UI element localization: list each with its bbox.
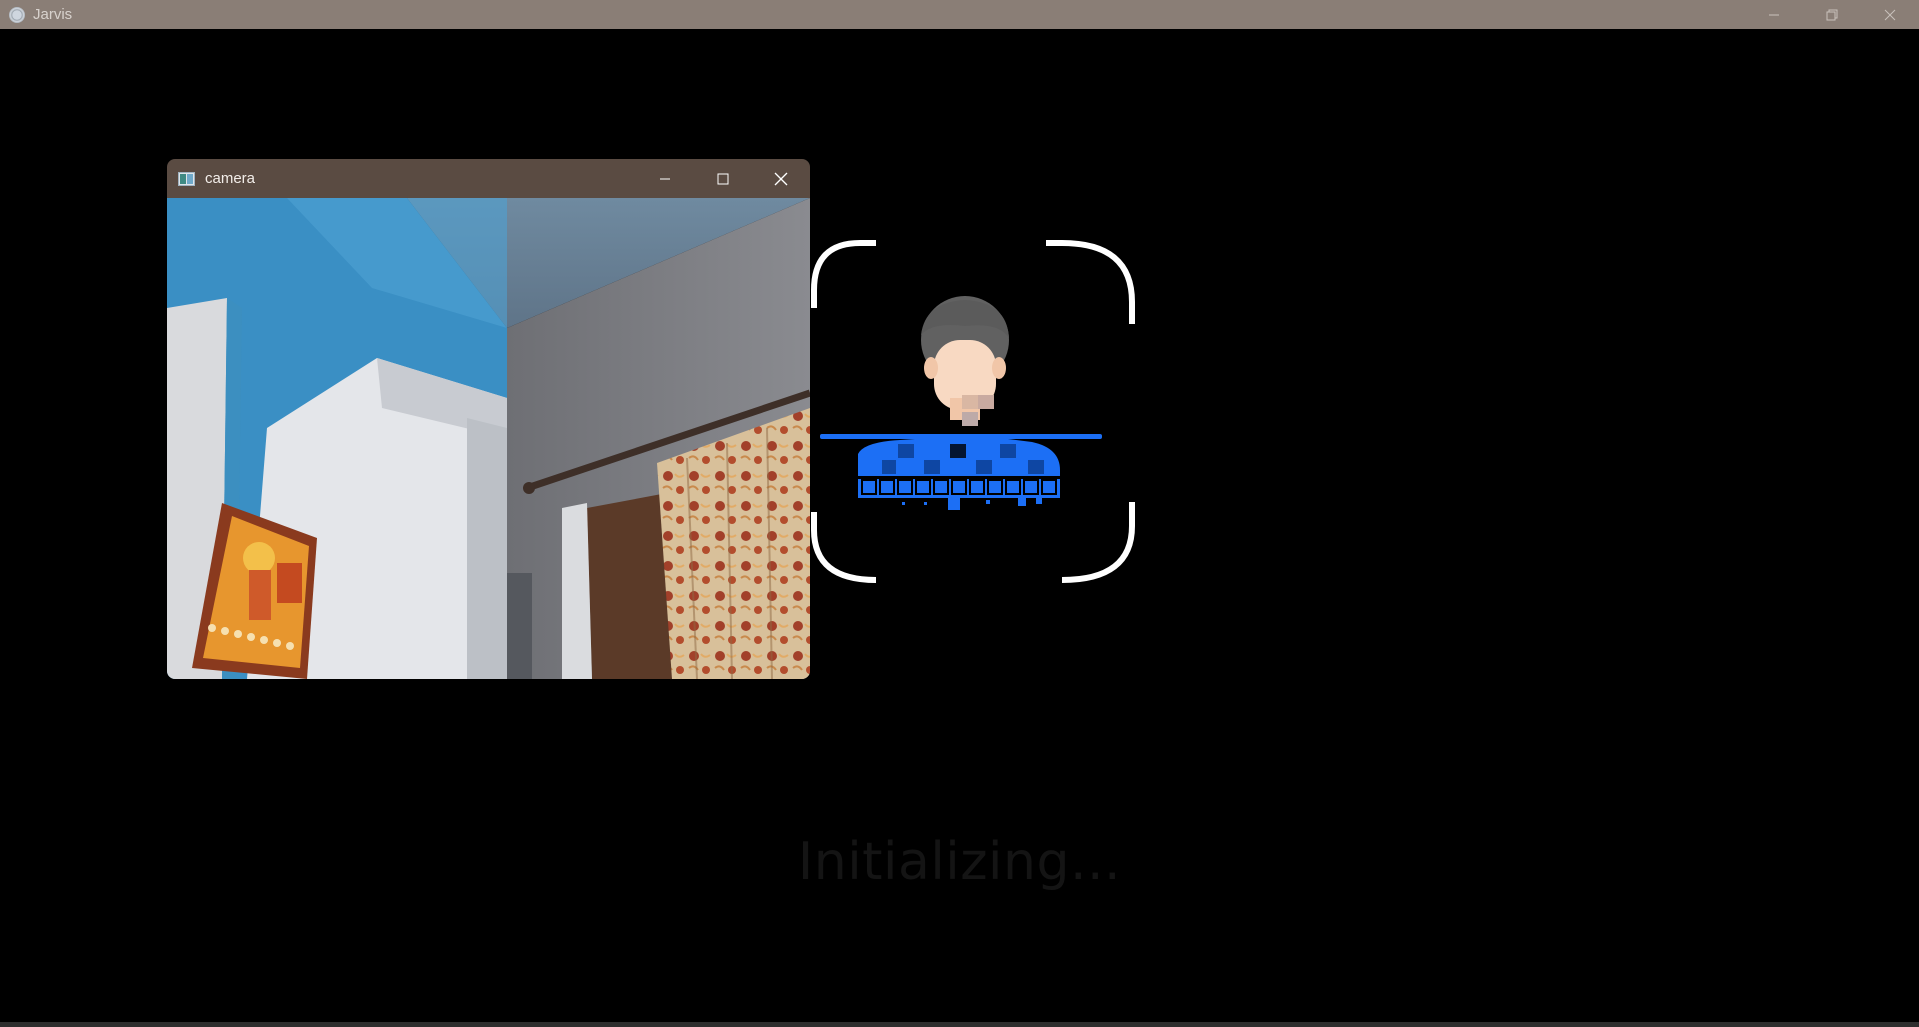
window-controls [1745, 0, 1919, 29]
status-text: Initializing... [797, 832, 1122, 892]
camera-maximize-button[interactable] [694, 159, 752, 198]
camera-titlebar[interactable]: camera [167, 159, 810, 198]
taskbar-edge [0, 1022, 1919, 1027]
avatar-head [921, 296, 1009, 426]
camera-window[interactable]: camera [167, 159, 810, 679]
camera-window-controls [636, 159, 810, 198]
close-icon [1884, 9, 1896, 20]
minimize-button[interactable] [1745, 0, 1803, 29]
close-icon [774, 172, 788, 185]
minimize-icon [660, 178, 670, 179]
camera-close-button[interactable] [752, 159, 810, 198]
close-button[interactable] [1861, 0, 1919, 29]
minimize-icon [1769, 14, 1779, 15]
camera-feed [167, 198, 810, 679]
camera-window-title: camera [205, 170, 256, 187]
app-icon [9, 6, 25, 23]
main-titlebar[interactable]: Jarvis [0, 0, 1919, 29]
restore-button[interactable] [1803, 0, 1861, 29]
camera-minimize-button[interactable] [636, 159, 694, 198]
maximize-icon [717, 173, 729, 184]
restore-icon [1826, 9, 1838, 20]
camera-window-icon [178, 171, 195, 186]
window-title: Jarvis [33, 6, 73, 23]
face-scan-icon [811, 240, 1135, 583]
